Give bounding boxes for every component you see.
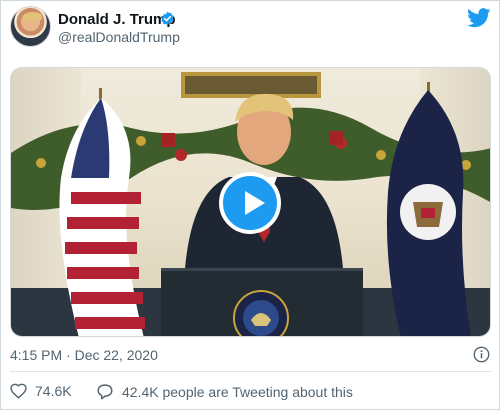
tweeting-about-button[interactable]: 42.4K people are Tweeting about this [96,383,353,400]
play-icon [245,191,265,215]
play-button[interactable] [219,172,281,234]
tweet-card: Donald J. Trump @realDonaldTrump 4:15 PM… [0,0,500,410]
speech-bubble-icon [97,384,113,400]
like-count: 74.6K [35,383,72,399]
twitter-bird-icon[interactable] [467,8,491,28]
author-handle[interactable]: @realDonaldTrump [58,29,180,45]
avatar-hair [23,12,42,21]
heart-icon [10,383,27,399]
tweeting-about-text: 42.4K people are Tweeting about this [122,383,353,400]
like-button[interactable]: 74.6K [10,383,72,399]
verified-badge-icon [161,11,174,26]
us-flag-icon [59,88,145,336]
presidential-seal-icon [233,290,289,336]
presidential-flag-icon [386,82,471,336]
avatar[interactable] [10,6,51,47]
tweet-timestamp[interactable]: 4:15 PM · Dec 22, 2020 [10,347,158,363]
info-icon[interactable] [473,346,490,363]
video-media[interactable] [10,67,491,337]
author-display-name[interactable]: Donald J. Trump [58,11,176,28]
divider [10,371,491,372]
